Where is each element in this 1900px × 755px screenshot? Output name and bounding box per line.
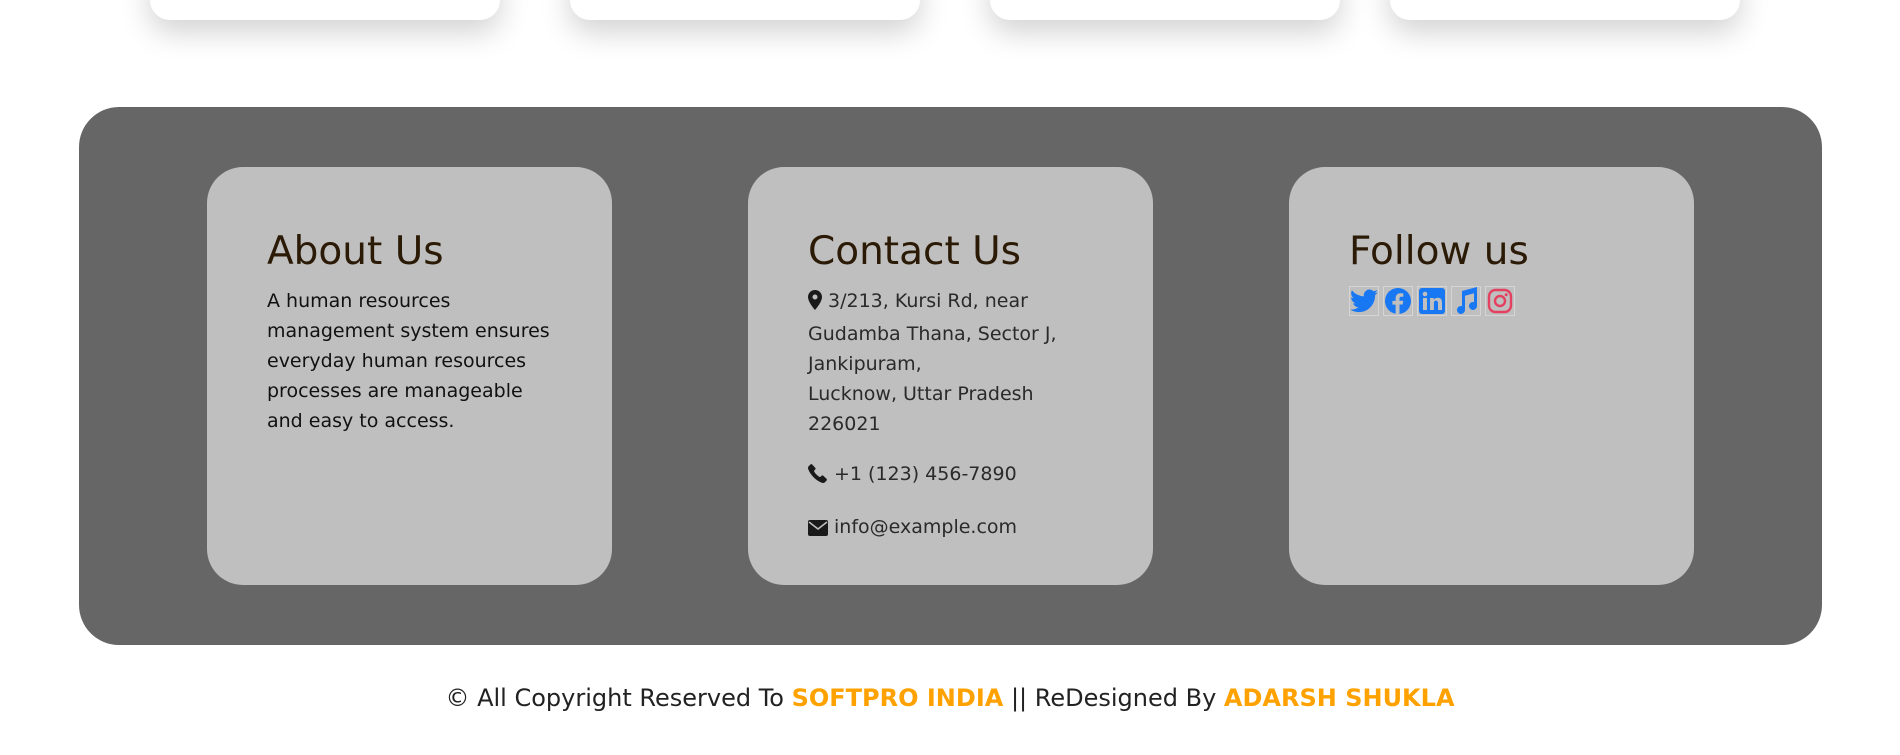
- address-text: 3/213, Kursi Rd, near Gudamba Thana, Sec…: [808, 290, 1057, 435]
- follow-title: Follow us: [1349, 229, 1529, 274]
- copyright-prefix: © All Copyright Reserved To: [445, 684, 792, 712]
- shadow-card: [150, 0, 500, 20]
- phone-text: +1 (123) 456-7890: [834, 463, 1017, 485]
- music-icon[interactable]: [1451, 286, 1481, 316]
- author-link[interactable]: ADARSH SHUKLA: [1224, 684, 1455, 712]
- facebook-icon[interactable]: [1383, 286, 1413, 316]
- company-link[interactable]: SOFTPRO INDIA: [792, 684, 1004, 712]
- copyright-middle: || ReDesigned By: [1003, 684, 1224, 712]
- instagram-icon[interactable]: [1485, 286, 1515, 316]
- follow-card: Follow us: [1289, 167, 1694, 585]
- footer-panel: About Us A human resources management sy…: [79, 107, 1822, 645]
- contact-address: 3/213, Kursi Rd, near Gudamba Thana, Sec…: [808, 286, 1093, 439]
- phone-icon: [808, 462, 828, 492]
- contact-email[interactable]: info@example.com: [808, 512, 1093, 545]
- top-card-shadows: [0, 0, 1900, 60]
- contact-title: Contact Us: [808, 229, 1021, 274]
- shadow-card: [990, 0, 1340, 20]
- about-card: About Us A human resources management sy…: [207, 167, 612, 585]
- contact-phone[interactable]: +1 (123) 456-7890: [808, 459, 1093, 492]
- linkedin-icon[interactable]: [1417, 286, 1447, 316]
- contact-card: Contact Us 3/213, Kursi Rd, near Gudamba…: [748, 167, 1153, 585]
- about-title: About Us: [267, 229, 444, 274]
- email-text: info@example.com: [834, 516, 1018, 538]
- shadow-card: [1390, 0, 1740, 20]
- copyright-line: © All Copyright Reserved To SOFTPRO INDI…: [0, 684, 1900, 712]
- shadow-card: [570, 0, 920, 20]
- map-marker-icon: [808, 289, 822, 319]
- twitter-icon[interactable]: [1349, 286, 1379, 316]
- envelope-icon: [808, 515, 828, 545]
- about-text: A human resources management system ensu…: [267, 290, 550, 432]
- social-links: [1349, 286, 1634, 316]
